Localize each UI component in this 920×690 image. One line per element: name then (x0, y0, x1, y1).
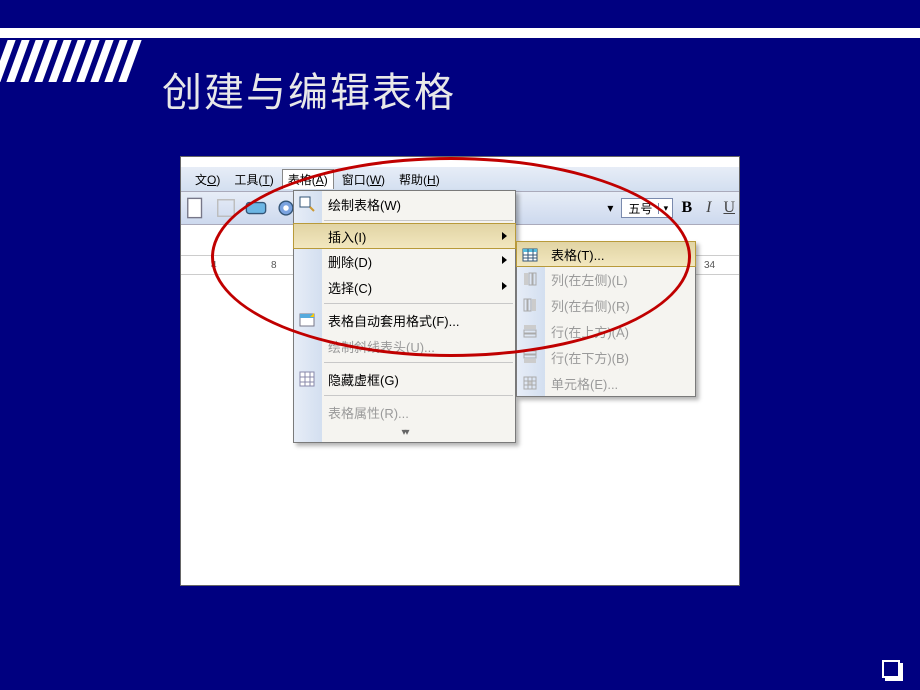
submenu-item-col-right: 列(在右侧)(R) (517, 292, 695, 318)
menu-separator (324, 303, 513, 304)
ruler-mark: 34 (704, 260, 715, 271)
menu-item-label: 表格自动套用格式(F)... (328, 311, 459, 330)
menu-item-label: 绘制表格(W) (328, 195, 401, 214)
slide-title: 创建与编辑表格 (162, 60, 456, 118)
menu-item-label: 列(在右侧)(R) (551, 296, 630, 315)
table-icon (521, 246, 539, 264)
submenu-arrow-icon (502, 282, 507, 290)
menu-item-autoformat[interactable]: 表格自动套用格式(F)... (294, 307, 515, 333)
menu-item-label: 隐藏虚框(G) (328, 370, 399, 389)
underline-button[interactable]: U (723, 199, 735, 217)
toolbar-btn-1[interactable] (185, 197, 207, 219)
submenu-arrow-icon (502, 256, 507, 264)
bold-button[interactable]: B (681, 199, 692, 217)
ruler-mark: 4 (211, 260, 217, 271)
menu-item-label: 删除(D) (328, 252, 372, 271)
submenu-arrow-icon (502, 232, 507, 240)
menu-window[interactable]: 窗口(W) (336, 169, 391, 190)
blank-icon (215, 197, 237, 219)
submenu-item-cell: 单元格(E)... (517, 370, 695, 396)
menu-separator (324, 395, 513, 396)
toolbar-btn-3[interactable] (245, 197, 267, 219)
italic-button[interactable]: I (706, 199, 711, 217)
fontsize-dropdown[interactable]: 五号 ▾ (621, 198, 673, 218)
menu-item-insert[interactable]: 插入(I) (293, 223, 516, 249)
menu-item-label: 表格属性(R)... (328, 403, 409, 422)
menu-separator (324, 220, 513, 221)
col-left-icon (521, 270, 539, 288)
submenu-item-table[interactable]: 表格(T)... (516, 241, 696, 267)
menu-separator (324, 362, 513, 363)
menu-item-table-properties: 表格属性(R)... (294, 399, 515, 425)
menu-item-draw-table[interactable]: 绘制表格(W) (294, 191, 515, 217)
submenu-item-col-left: 列(在左侧)(L) (517, 266, 695, 292)
menu-item-label: 行(在上方)(A) (551, 322, 629, 341)
slide-top-bar (0, 28, 920, 38)
toolbar-btn-2[interactable] (215, 197, 237, 219)
slide-stripe-decor (0, 40, 140, 82)
draw-table-icon (298, 195, 316, 213)
menu-table[interactable]: 表格(A) (282, 169, 334, 189)
menu-format[interactable]: 文O) (189, 169, 226, 190)
table-menu-popup: 绘制表格(W) 插入(I) 删除(D) 选择(C) 表格自动套用格式(F)...… (293, 190, 516, 443)
menu-item-label: 单元格(E)... (551, 374, 618, 393)
submenu-item-row-above: 行(在上方)(A) (517, 318, 695, 344)
col-right-icon (521, 296, 539, 314)
menu-item-label: 表格(T)... (551, 245, 604, 264)
menubar: 文O) 工具(T) 表格(A) 窗口(W) 帮助(H) (181, 167, 740, 191)
menu-item-select[interactable]: 选择(C) (294, 274, 515, 300)
menu-help[interactable]: 帮助(H) (393, 169, 446, 190)
menu-item-hide-gridlines[interactable]: 隐藏虚框(G) (294, 366, 515, 392)
expand-menu-chevron[interactable]: ▾▾ (294, 425, 515, 442)
menu-item-label: 选择(C) (328, 278, 372, 297)
menu-item-delete[interactable]: 删除(D) (294, 248, 515, 274)
row-below-icon (521, 348, 539, 366)
menu-item-label: 绘制斜线表头(U)... (328, 337, 435, 356)
word-screenshot: 文O) 工具(T) 表格(A) 窗口(W) 帮助(H) ▾ 五号 (180, 156, 740, 586)
hide-grid-icon (298, 370, 316, 388)
chevron-down-icon: ▾ (658, 203, 672, 214)
menu-tools[interactable]: 工具(T) (228, 169, 279, 190)
ruler-mark: 8 (271, 260, 277, 271)
menu-item-label: 插入(I) (328, 227, 366, 246)
doc-icon (185, 197, 207, 219)
row-above-icon (521, 322, 539, 340)
tool-icon (245, 197, 267, 219)
fontsize-value: 五号 (622, 200, 658, 217)
menu-item-label: 行(在下方)(B) (551, 348, 629, 367)
slide-footer-decor (882, 660, 900, 678)
toolbar-dropdown-arrow[interactable]: ▾ (603, 197, 617, 219)
autoformat-icon (298, 311, 316, 329)
submenu-item-row-below: 行(在下方)(B) (517, 344, 695, 370)
menu-item-label: 列(在左侧)(L) (551, 270, 628, 289)
cell-icon (521, 374, 539, 392)
menu-item-diagonal-header: 绘制斜线表头(U)... (294, 333, 515, 359)
insert-submenu-popup: 表格(T)... 列(在左侧)(L) 列(在右侧)(R) 行(在上方)(A) 行… (516, 241, 696, 397)
